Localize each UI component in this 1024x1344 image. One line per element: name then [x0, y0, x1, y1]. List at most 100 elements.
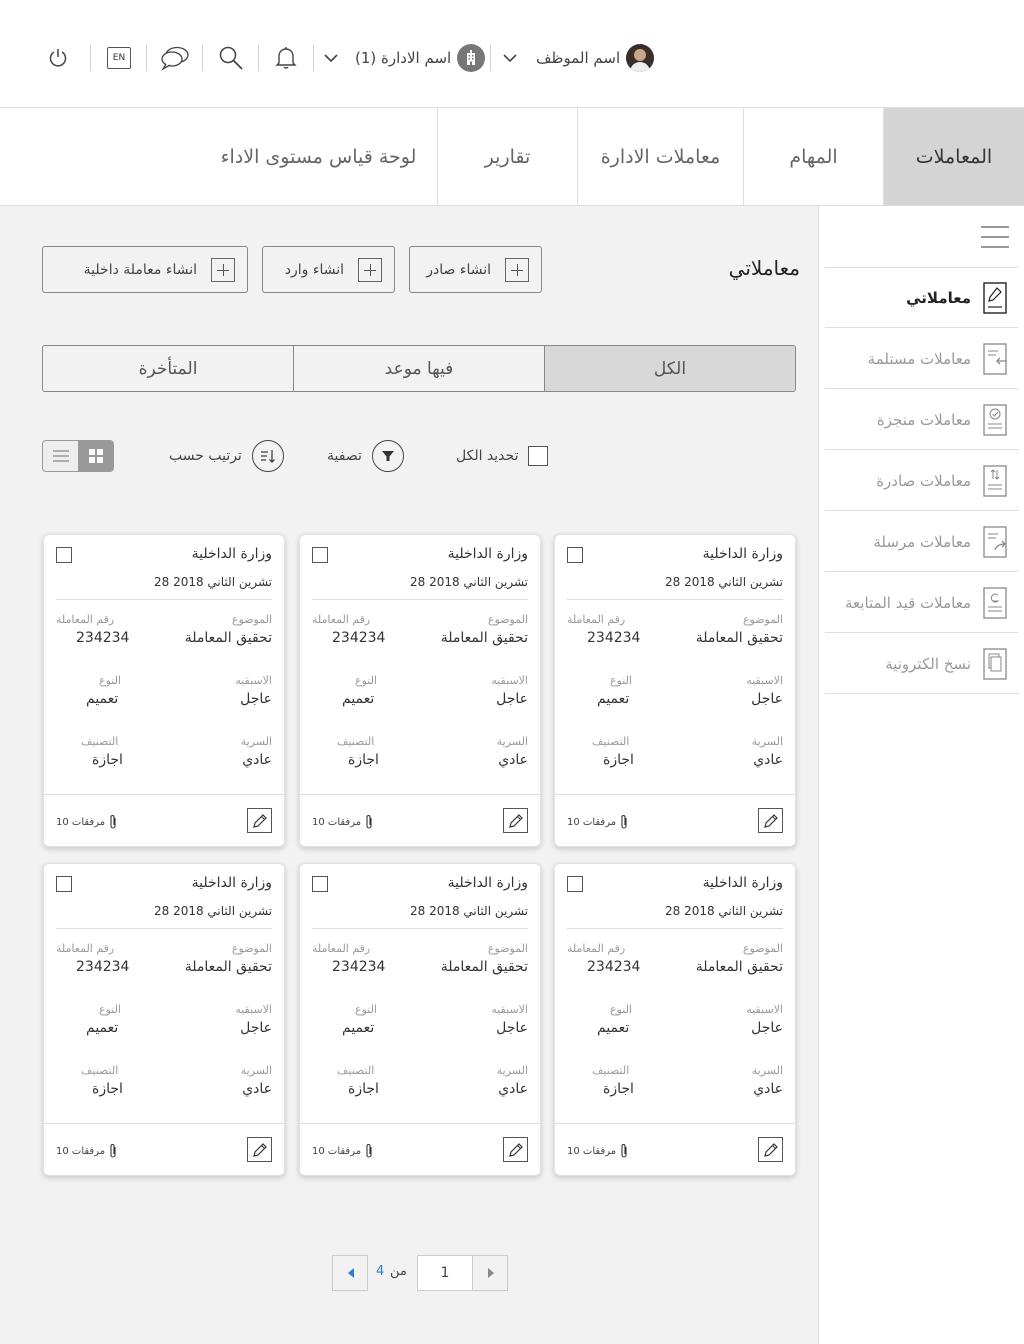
number-value: 234234 — [587, 630, 641, 646]
create-outgoing-button[interactable]: انشاء صادر — [409, 246, 542, 293]
list-view-icon[interactable] — [43, 441, 78, 471]
paperclip-icon — [110, 815, 116, 829]
hamburger-menu-icon[interactable] — [981, 226, 1009, 248]
bell-icon[interactable] — [274, 40, 298, 76]
pagination-next-button[interactable] — [472, 1255, 508, 1291]
department-menu[interactable]: اسم الادارة (1) — [355, 40, 486, 76]
card-attachments[interactable]: 10 مرفقات — [56, 814, 118, 830]
sidebar-item-electronic-copies[interactable]: نسخ الكترونية — [825, 634, 1019, 694]
transaction-card[interactable]: وزارة الداخلية 28 تشرين الثاني 2018 الموضو… — [554, 863, 796, 1176]
create-incoming-label: انشاء وارد — [284, 261, 344, 278]
priority-label: الاسبقيه — [746, 674, 783, 687]
grid-view-icon[interactable] — [78, 441, 113, 471]
chat-icon[interactable] — [160, 40, 190, 76]
pencil-icon[interactable] — [247, 808, 272, 833]
transaction-card[interactable]: وزارة الداخلية 28 تشرين الثاني 2018 الموضو… — [43, 534, 285, 847]
tab-department-transactions[interactable]: معاملات الادارة — [577, 108, 743, 205]
card-attachments[interactable]: 10 مرفقات — [56, 1143, 118, 1159]
classification-value: اجازة — [603, 1081, 634, 1097]
card-date: 28 تشرين الثاني 2018 — [664, 904, 783, 918]
header-divider — [90, 45, 91, 71]
card-attachments[interactable]: 10 مرفقات — [312, 1143, 374, 1159]
number-label: رقم المعاملة — [567, 613, 626, 626]
transaction-card[interactable]: وزارة الداخلية 28 تشرين الثاني 2018 الموضو… — [43, 863, 285, 1176]
sort-button[interactable]: ترتيب حسب — [169, 440, 284, 472]
pencil-icon[interactable] — [503, 1137, 528, 1162]
select-all-label: تحديد الكل — [456, 448, 519, 464]
pencil-icon[interactable] — [758, 1137, 783, 1162]
create-internal-button[interactable]: انشاء معاملة داخلية — [42, 246, 248, 293]
pencil-icon[interactable] — [758, 808, 783, 833]
subject-value: تحقيق المعاملة — [184, 959, 272, 975]
page-title: معاملاتي — [728, 256, 800, 280]
card-checkbox[interactable] — [56, 547, 72, 563]
filter-all[interactable]: الكل — [544, 346, 795, 391]
secrecy-label: السرية — [240, 1064, 272, 1077]
pencil-icon[interactable] — [247, 1137, 272, 1162]
card-attachments[interactable]: 10 مرفقات — [312, 814, 374, 830]
plus-icon — [211, 257, 235, 282]
card-attachments[interactable]: 10 مرفقات — [567, 814, 629, 830]
type-value: تعميم — [597, 691, 630, 707]
sidebar-item-label: معاملاتي — [906, 288, 971, 307]
tab-reports[interactable]: تقارير — [437, 108, 577, 205]
sidebar-item-received[interactable]: معاملات مستلمة — [825, 329, 1019, 389]
pagination-page-input[interactable]: 1 — [417, 1255, 473, 1291]
transaction-card[interactable]: وزارة الداخلية 28 تشرين الثاني 2018 الموضو… — [554, 534, 796, 847]
filter-label: تصفية — [327, 448, 362, 464]
power-icon[interactable] — [48, 40, 68, 76]
tab-performance-dashboard[interactable]: لوحة قياس مستوى الاداء — [200, 108, 437, 205]
paperclip-icon — [366, 815, 372, 829]
card-checkbox[interactable] — [312, 547, 328, 563]
language-switch[interactable]: EN — [107, 40, 131, 76]
transaction-card[interactable]: وزارة الداخلية 28 تشرين الثاني 2018 الموضو… — [299, 534, 541, 847]
document-copy-icon — [983, 647, 1007, 680]
tab-transactions[interactable]: المعاملات — [883, 108, 1024, 205]
document-received-icon — [983, 342, 1007, 375]
card-organization: وزارة الداخلية — [702, 875, 783, 891]
user-menu[interactable]: اسم الموظف — [536, 40, 655, 76]
sidebar-item-sent[interactable]: معاملات مرسلة — [825, 512, 1019, 572]
transaction-card[interactable]: وزارة الداخلية 28 تشرين الثاني 2018 الموضو… — [299, 863, 541, 1176]
select-all[interactable]: تحديد الكل — [456, 440, 549, 472]
select-all-checkbox[interactable] — [528, 446, 549, 466]
classification-value: اجازة — [348, 1081, 379, 1097]
header-divider — [258, 45, 259, 71]
sidebar-item-follow-up[interactable]: معاملات قيد المتابعة — [825, 573, 1019, 633]
attachments-count: 10 مرفقات — [312, 816, 362, 828]
user-menu-chevron-down-icon[interactable] — [502, 40, 518, 76]
type-value: تعميم — [342, 1020, 375, 1036]
filter-button[interactable]: تصفية — [327, 440, 404, 472]
card-footer-divider — [300, 1123, 540, 1124]
search-icon[interactable] — [218, 40, 244, 76]
card-date: 28 تشرين الثاني 2018 — [409, 904, 528, 918]
sidebar-item-completed[interactable]: معاملات منجزة — [825, 390, 1019, 450]
classification-value: اجازة — [92, 752, 123, 768]
subject-value: تحقيق المعاملة — [695, 630, 783, 646]
pencil-icon[interactable] — [503, 808, 528, 833]
sidebar-item-my-transactions[interactable]: معاملاتي — [825, 268, 1019, 328]
paperclip-icon — [621, 1144, 627, 1158]
filter-overdue[interactable]: المتأخرة — [43, 346, 293, 391]
sidebar-item-label: معاملات مرسلة — [873, 532, 971, 551]
pagination-prev-button[interactable] — [332, 1255, 368, 1291]
card-checkbox[interactable] — [567, 876, 583, 892]
secrecy-value: عادي — [242, 1081, 272, 1097]
create-incoming-button[interactable]: انشاء وارد — [262, 246, 395, 293]
tab-tasks[interactable]: المهام — [743, 108, 883, 205]
classification-label: التصنيف — [81, 735, 119, 748]
card-footer-divider — [44, 1123, 284, 1124]
card-divider — [312, 928, 528, 929]
attachments-count: 10 مرفقات — [312, 1145, 362, 1157]
sidebar-item-outgoing[interactable]: معاملات صادرة — [825, 451, 1019, 511]
card-attachments[interactable]: 10 مرفقات — [567, 1143, 629, 1159]
card-checkbox[interactable] — [312, 876, 328, 892]
card-date: 28 تشرين الثاني 2018 — [153, 575, 272, 589]
card-checkbox[interactable] — [56, 876, 72, 892]
secrecy-label: السرية — [496, 1064, 528, 1077]
subject-label: الموضوع — [742, 942, 783, 955]
department-chevron-down-icon[interactable] — [323, 40, 339, 76]
classification-label: التصنيف — [81, 1064, 119, 1077]
card-checkbox[interactable] — [567, 547, 583, 563]
filter-scheduled[interactable]: فيها موعد — [293, 346, 544, 391]
